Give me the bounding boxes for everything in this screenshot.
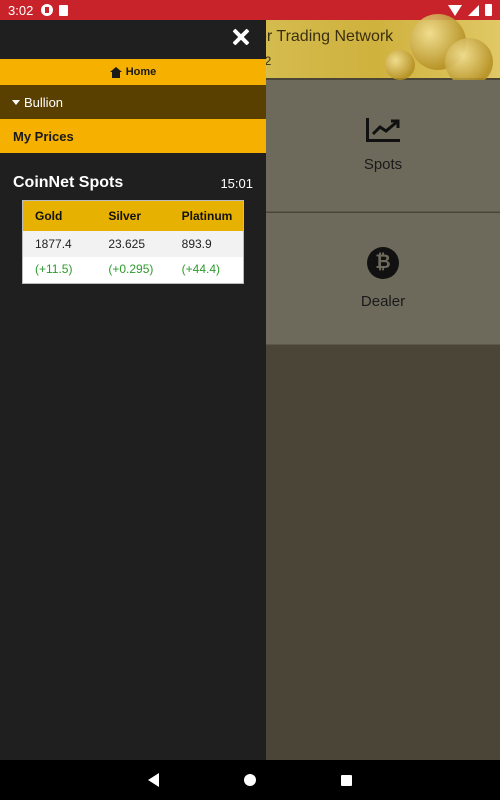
home-icon	[109, 66, 122, 78]
navigation-drawer: Home Bullion My Prices CoinNet Spots 15:…	[0, 20, 266, 760]
spots-table: Gold Silver Platinum 1877.4 23.625 893.9…	[22, 200, 244, 284]
gold-price: 1877.4	[35, 237, 72, 251]
battery-icon	[485, 4, 492, 16]
wifi-icon	[448, 4, 462, 16]
spots-header: CoinNet Spots 15:01	[0, 174, 266, 192]
cell-signal-icon	[468, 4, 479, 16]
notification-app-icon	[41, 4, 54, 16]
home-circle-icon[interactable]	[244, 774, 256, 786]
home-menu-item[interactable]: Home	[0, 59, 266, 85]
spots-table-header: Gold Silver Platinum	[23, 201, 243, 231]
sd-card-icon	[59, 4, 69, 16]
recents-square-icon[interactable]	[341, 774, 352, 786]
drawer-top	[0, 20, 266, 59]
gold-change: (+11.5)	[35, 262, 73, 276]
silver-change: (+0.295)	[108, 262, 154, 276]
coin-decoration	[445, 38, 493, 86]
my-prices-menu-item[interactable]: My Prices	[0, 119, 266, 153]
back-icon[interactable]	[148, 773, 159, 787]
status-time: 3:02	[8, 2, 34, 18]
line-chart-icon	[366, 118, 400, 142]
my-prices-label: My Prices	[13, 128, 74, 144]
platinum-price: 893.9	[181, 237, 212, 251]
close-icon[interactable]	[232, 28, 250, 46]
system-nav-bar	[0, 760, 500, 800]
silver-price: 23.625	[108, 237, 146, 251]
bullion-menu-label: Bullion	[24, 94, 64, 110]
caret-down-icon	[12, 99, 20, 105]
bitcoin-icon: ₿	[367, 247, 399, 279]
app-title: er Trading Network	[258, 28, 394, 45]
spots-title: CoinNet Spots	[13, 174, 124, 191]
spots-tile-label: Spots	[363, 156, 403, 173]
bullion-menu-item[interactable]: Bullion	[0, 85, 266, 119]
coin-decoration	[385, 50, 415, 80]
header-silver: Silver	[108, 209, 142, 223]
spots-time: 15:01	[220, 175, 253, 191]
dealer-tile-label: Dealer	[360, 293, 406, 310]
header-gold: Gold	[35, 209, 63, 223]
header-platinum: Platinum	[181, 209, 233, 223]
platinum-change: (+44.4)	[181, 262, 221, 276]
price-row: 1877.4 23.625 893.9	[23, 231, 243, 257]
status-icons	[448, 4, 492, 16]
home-menu-label: Home	[125, 66, 157, 78]
change-row: (+11.5) (+0.295) (+44.4)	[23, 257, 243, 283]
